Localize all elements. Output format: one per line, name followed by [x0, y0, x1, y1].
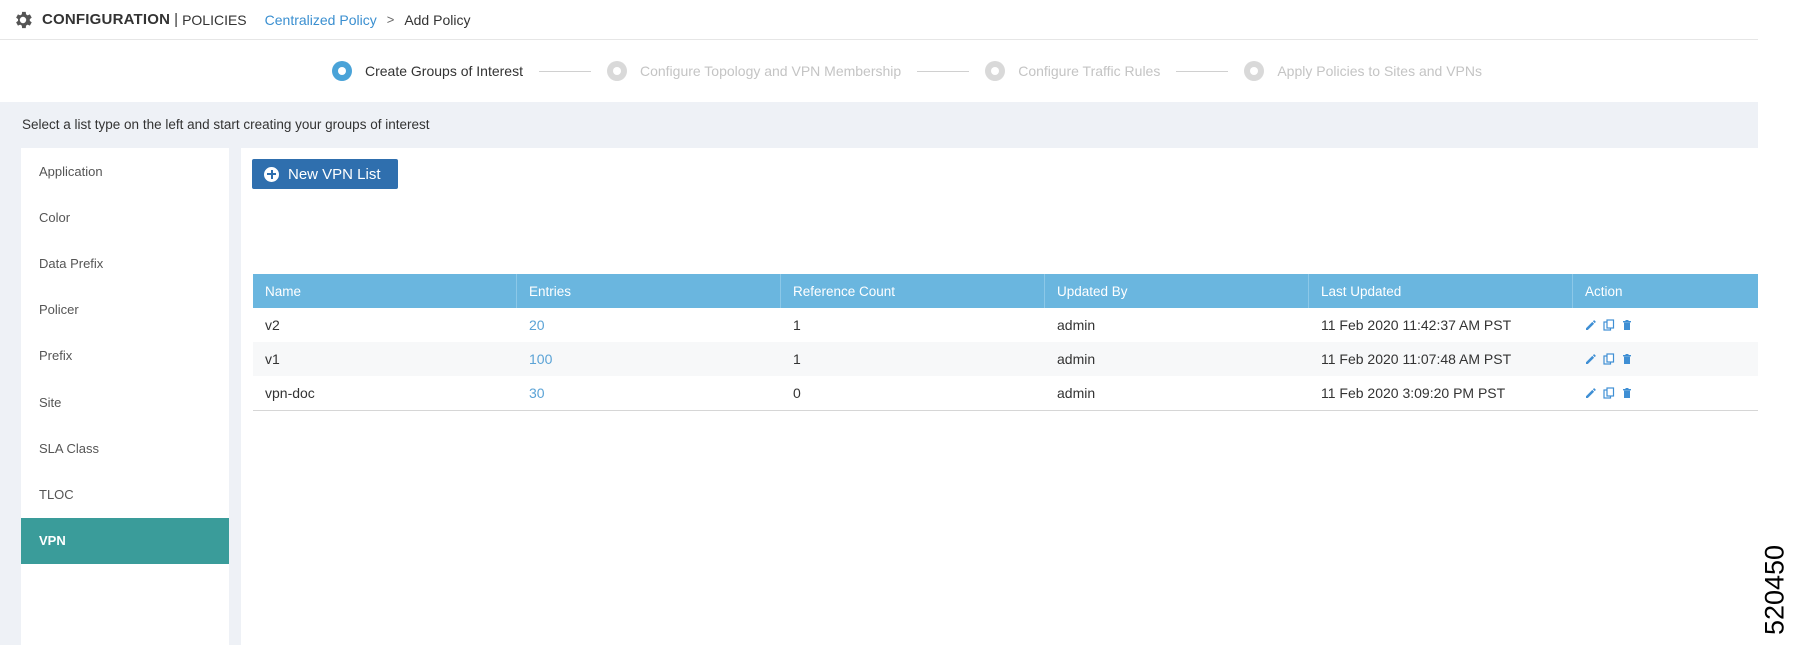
cell-last-updated: 11 Feb 2020 11:42:37 AM PST — [1321, 317, 1512, 333]
page-title: CONFIGURATION — [42, 11, 171, 28]
column-header-updated-by[interactable]: Updated By — [1045, 274, 1309, 308]
pencil-icon[interactable] — [1585, 387, 1597, 399]
cell-updated-by: admin — [1057, 385, 1096, 401]
list-type-sidebar: Application Color Data Prefix Policer Pr… — [21, 148, 229, 645]
row-actions — [1585, 319, 1633, 331]
row-actions — [1585, 353, 1633, 365]
pencil-icon[interactable] — [1585, 319, 1597, 331]
sidebar-item-tloc[interactable]: TLOC — [21, 471, 229, 517]
step-label: Apply Policies to Sites and VPNs — [1277, 63, 1482, 79]
column-header-name[interactable]: Name — [253, 274, 517, 308]
sidebar-item-label: Prefix — [39, 348, 73, 364]
trash-icon[interactable] — [1621, 387, 1633, 399]
cell-last-updated: 11 Feb 2020 3:09:20 PM PST — [1321, 385, 1506, 401]
trash-icon[interactable] — [1621, 353, 1633, 365]
table-row: vpn-doc 30 0 admin 11 Feb 2020 3:09:20 P… — [253, 376, 1758, 410]
new-vpn-list-button[interactable]: New VPN List — [252, 159, 398, 189]
step-configure-traffic-rules: Configure Traffic Rules — [985, 61, 1160, 81]
breadcrumb-arrow: > — [386, 12, 395, 27]
sidebar-item-site[interactable]: Site — [21, 379, 229, 425]
sidebar-item-application[interactable]: Application — [21, 148, 229, 194]
step-create-groups[interactable]: Create Groups of Interest — [332, 61, 523, 81]
step-inactive-icon — [606, 61, 627, 81]
step-label: Create Groups of Interest — [365, 63, 523, 79]
table-row: v2 20 1 admin 11 Feb 2020 11:42:37 AM PS… — [253, 308, 1758, 342]
cell-name: vpn-doc — [265, 385, 315, 401]
instruction-text: Select a list type on the left and start… — [22, 117, 430, 132]
step-inactive-icon — [1244, 61, 1265, 81]
sidebar-item-label: Data Prefix — [39, 255, 104, 271]
step-inactive-icon — [985, 61, 1006, 81]
column-header-action: Action — [1585, 283, 1623, 299]
plus-circle-icon — [264, 166, 279, 182]
cell-updated-by: admin — [1057, 351, 1096, 367]
sidebar-item-label: SLA Class — [39, 440, 99, 456]
gear-icon — [16, 11, 32, 28]
step-connector — [1176, 70, 1229, 72]
pencil-icon[interactable] — [1585, 353, 1597, 365]
cell-reference-count: 1 — [793, 317, 801, 333]
cell-updated-by: admin — [1057, 317, 1096, 333]
entries-link[interactable]: 30 — [529, 385, 545, 401]
copy-icon[interactable] — [1603, 319, 1615, 331]
sidebar-item-policer[interactable]: Policer — [21, 287, 229, 333]
sidebar-item-label: Policer — [39, 302, 79, 318]
content-region: Select a list type on the left and start… — [0, 102, 1758, 645]
trash-icon[interactable] — [1621, 319, 1633, 331]
step-label: Configure Traffic Rules — [1018, 63, 1161, 79]
sidebar-item-label: Application — [39, 163, 103, 179]
entries-link[interactable]: 20 — [529, 317, 545, 333]
breadcrumb-centralized-policy[interactable]: Centralized Policy — [265, 12, 377, 28]
sidebar-item-label: TLOC — [39, 486, 74, 502]
step-apply-policies: Apply Policies to Sites and VPNs — [1244, 61, 1482, 81]
step-connector — [917, 70, 970, 72]
table-header-row: Name Entries Reference Count Updated By … — [253, 274, 1758, 308]
sidebar-item-prefix[interactable]: Prefix — [21, 333, 229, 379]
page-subtitle: POLICIES — [182, 11, 247, 28]
entries-link[interactable]: 100 — [529, 351, 552, 367]
title-separator: | — [174, 11, 179, 28]
wizard-stepper: Create Groups of Interest Configure Topo… — [0, 40, 1758, 102]
row-actions — [1585, 387, 1633, 399]
sidebar-item-data-prefix[interactable]: Data Prefix — [21, 240, 229, 286]
main-panel: New VPN List Name Entries Reference Coun… — [241, 148, 1758, 645]
figure-id-text: 520450 — [1759, 544, 1790, 636]
breadcrumb-current: Add Policy — [404, 11, 471, 28]
cell-last-updated: 11 Feb 2020 11:07:48 AM PST — [1321, 351, 1512, 367]
top-header: CONFIGURATION | POLICIES Centralized Pol… — [0, 0, 1758, 40]
column-header-last-updated[interactable]: Last Updated — [1309, 274, 1573, 308]
sidebar-item-vpn[interactable]: VPN — [21, 517, 229, 564]
cell-reference-count: 0 — [793, 385, 801, 401]
figure-id: 520450 — [1760, 536, 1790, 644]
step-configure-topology: Configure Topology and VPN Membership — [606, 61, 902, 81]
cell-name: v1 — [265, 351, 280, 367]
column-header-reference-count[interactable]: Reference Count — [781, 274, 1045, 308]
column-header-entries[interactable]: Entries — [517, 274, 781, 308]
cell-reference-count: 1 — [793, 351, 801, 367]
sidebar-item-sla-class[interactable]: SLA Class — [21, 425, 229, 471]
sidebar-item-label: Site — [39, 394, 62, 410]
table-row: v1 100 1 admin 11 Feb 2020 11:07:48 AM P… — [253, 342, 1758, 376]
step-label: Configure Topology and VPN Membership — [639, 63, 902, 79]
step-connector — [538, 70, 591, 72]
cell-name: v2 — [265, 317, 280, 333]
copy-icon[interactable] — [1603, 353, 1615, 365]
sidebar-item-color[interactable]: Color — [21, 194, 229, 240]
copy-icon[interactable] — [1603, 387, 1615, 399]
vpn-list-table: Name Entries Reference Count Updated By … — [253, 274, 1758, 411]
sidebar-item-label: VPN — [39, 533, 66, 549]
new-vpn-list-label: New VPN List — [288, 165, 381, 183]
step-active-icon — [332, 61, 352, 81]
sidebar-item-label: Color — [39, 209, 71, 225]
